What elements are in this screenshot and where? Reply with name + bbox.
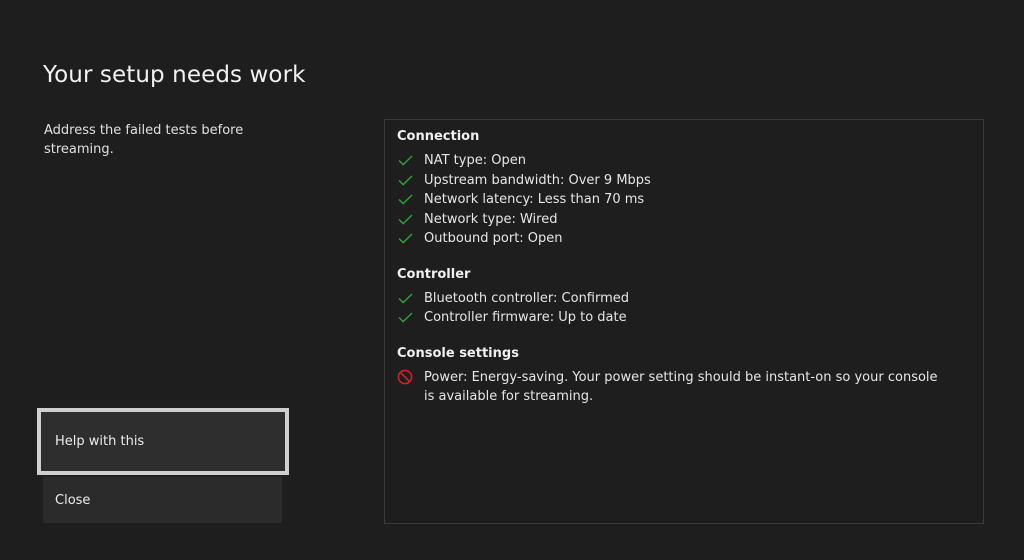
list-item: NAT type: Open xyxy=(397,151,971,171)
check-icon xyxy=(397,308,413,328)
close-button[interactable]: Close xyxy=(43,477,282,523)
section-title: Controller xyxy=(397,266,471,282)
list-item: Bluetooth controller: Confirmed xyxy=(397,289,971,309)
check-icon xyxy=(397,210,413,230)
section-controller: Controller Bluetooth controller: Confirm… xyxy=(397,266,971,328)
list-item-text: Network latency: Less than 70 ms xyxy=(424,192,645,207)
prohibited-icon xyxy=(397,368,413,388)
list-item-text: Outbound port: Open xyxy=(424,231,563,246)
list-item-text: Upstream bandwidth: Over 9 Mbps xyxy=(424,172,651,188)
list-item: Upstream bandwidth: Over 9 Mbps xyxy=(397,171,971,191)
list-item-text: NAT type: Open xyxy=(424,153,526,168)
list-item: Network type: Wired xyxy=(397,210,971,230)
list-item-text: Controller firmware: Up to date xyxy=(424,310,627,325)
list-item: Network latency: Less than 70 ms xyxy=(397,190,971,210)
list-item: Power: Energy-saving. Your power setting… xyxy=(397,368,971,407)
list-item-text: Power: Energy-saving. Your power setting… xyxy=(424,369,938,405)
check-icon xyxy=(397,151,413,171)
list-item-text: Network type: Wired xyxy=(424,211,558,227)
page-subtitle: Address the failed tests before streamin… xyxy=(44,123,244,157)
check-icon xyxy=(397,229,413,249)
help-with-this-button[interactable]: Help with this xyxy=(37,408,289,475)
section-title: Connection xyxy=(397,129,480,144)
section-connection: Connection NAT type: Open Upstream bandw… xyxy=(397,128,971,249)
list-item: Controller firmware: Up to date xyxy=(397,308,971,328)
section-title: Console settings xyxy=(397,345,519,361)
section-console-settings: Console settings Power: Energy-saving. Y… xyxy=(397,345,971,407)
test-results-panel: Connection NAT type: Open Upstream bandw… xyxy=(384,119,984,524)
check-icon xyxy=(397,190,413,210)
check-icon xyxy=(397,171,413,191)
check-icon xyxy=(397,289,413,309)
list-item: Outbound port: Open xyxy=(397,229,971,249)
page-title: Your setup needs work xyxy=(43,62,306,88)
list-item-text: Bluetooth controller: Confirmed xyxy=(424,290,630,306)
